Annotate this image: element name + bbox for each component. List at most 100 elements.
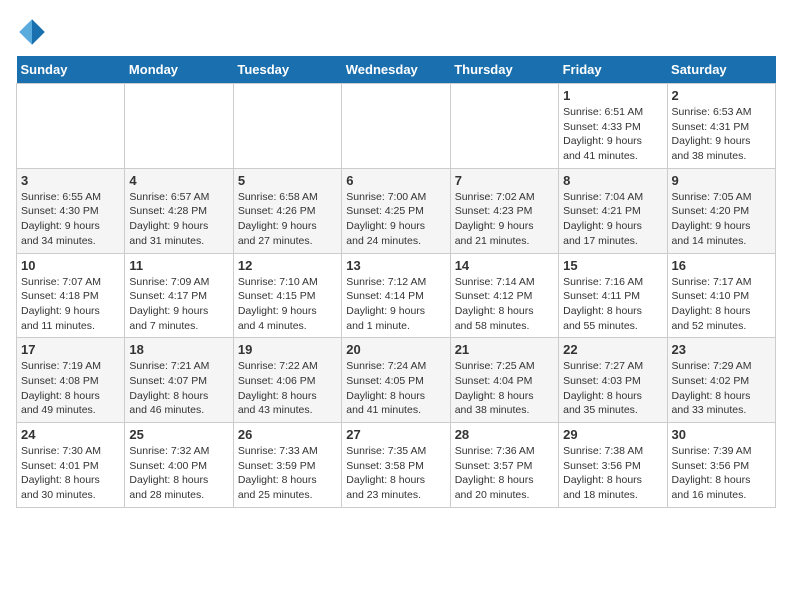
weekday-header-friday: Friday — [559, 56, 667, 84]
calendar-cell: 10 Sunrise: 7:07 AM Sunset: 4:18 PM Dayli… — [17, 253, 125, 338]
day-number: 18 — [129, 342, 228, 357]
day-number: 20 — [346, 342, 445, 357]
day-info: Sunrise: 7:17 AM Sunset: 4:10 PM Dayligh… — [672, 275, 771, 334]
calendar-cell: 5 Sunrise: 6:58 AM Sunset: 4:26 PM Daylig… — [233, 168, 341, 253]
day-info: Sunrise: 7:30 AM Sunset: 4:01 PM Dayligh… — [21, 444, 120, 503]
day-info: Sunrise: 7:09 AM Sunset: 4:17 PM Dayligh… — [129, 275, 228, 334]
day-number: 6 — [346, 173, 445, 188]
day-number: 4 — [129, 173, 228, 188]
day-info: Sunrise: 6:58 AM Sunset: 4:26 PM Dayligh… — [238, 190, 337, 249]
calendar-cell: 11 Sunrise: 7:09 AM Sunset: 4:17 PM Dayli… — [125, 253, 233, 338]
day-info: Sunrise: 7:14 AM Sunset: 4:12 PM Dayligh… — [455, 275, 554, 334]
calendar-cell: 25 Sunrise: 7:32 AM Sunset: 4:00 PM Dayli… — [125, 423, 233, 508]
calendar-cell — [125, 84, 233, 169]
weekday-header-thursday: Thursday — [450, 56, 558, 84]
day-info: Sunrise: 7:22 AM Sunset: 4:06 PM Dayligh… — [238, 359, 337, 418]
day-info: Sunrise: 7:39 AM Sunset: 3:56 PM Dayligh… — [672, 444, 771, 503]
calendar-header: SundayMondayTuesdayWednesdayThursdayFrid… — [17, 56, 776, 84]
weekday-header-sunday: Sunday — [17, 56, 125, 84]
day-number: 21 — [455, 342, 554, 357]
calendar-week-1: 1 Sunrise: 6:51 AM Sunset: 4:33 PM Daylig… — [17, 84, 776, 169]
calendar-cell: 1 Sunrise: 6:51 AM Sunset: 4:33 PM Daylig… — [559, 84, 667, 169]
calendar-cell: 23 Sunrise: 7:29 AM Sunset: 4:02 PM Dayli… — [667, 338, 775, 423]
day-info: Sunrise: 7:00 AM Sunset: 4:25 PM Dayligh… — [346, 190, 445, 249]
day-info: Sunrise: 6:55 AM Sunset: 4:30 PM Dayligh… — [21, 190, 120, 249]
day-number: 2 — [672, 88, 771, 103]
day-info: Sunrise: 7:32 AM Sunset: 4:00 PM Dayligh… — [129, 444, 228, 503]
day-number: 23 — [672, 342, 771, 357]
day-number: 7 — [455, 173, 554, 188]
calendar-cell: 4 Sunrise: 6:57 AM Sunset: 4:28 PM Daylig… — [125, 168, 233, 253]
day-number: 26 — [238, 427, 337, 442]
day-number: 13 — [346, 258, 445, 273]
calendar-cell: 29Sunrise: 7:38 AM Sunset: 3:56 PM Dayli… — [559, 423, 667, 508]
calendar-cell: 3 Sunrise: 6:55 AM Sunset: 4:30 PM Daylig… — [17, 168, 125, 253]
logo-icon — [16, 16, 48, 48]
day-number: 5 — [238, 173, 337, 188]
calendar-cell: 19Sunrise: 7:22 AM Sunset: 4:06 PM Dayli… — [233, 338, 341, 423]
day-info: Sunrise: 7:12 AM Sunset: 4:14 PM Dayligh… — [346, 275, 445, 334]
calendar-table: SundayMondayTuesdayWednesdayThursdayFrid… — [16, 56, 776, 508]
calendar-cell: 12Sunrise: 7:10 AM Sunset: 4:15 PM Dayli… — [233, 253, 341, 338]
logo — [16, 16, 52, 48]
calendar-cell: 16 Sunrise: 7:17 AM Sunset: 4:10 PM Dayli… — [667, 253, 775, 338]
calendar-cell: 20Sunrise: 7:24 AM Sunset: 4:05 PM Dayli… — [342, 338, 450, 423]
day-number: 27 — [346, 427, 445, 442]
day-info: Sunrise: 7:25 AM Sunset: 4:04 PM Dayligh… — [455, 359, 554, 418]
day-number: 28 — [455, 427, 554, 442]
day-number: 9 — [672, 173, 771, 188]
day-info: Sunrise: 7:29 AM Sunset: 4:02 PM Dayligh… — [672, 359, 771, 418]
weekday-header-tuesday: Tuesday — [233, 56, 341, 84]
calendar-body: 1 Sunrise: 6:51 AM Sunset: 4:33 PM Daylig… — [17, 84, 776, 508]
calendar-cell: 15Sunrise: 7:16 AM Sunset: 4:11 PM Dayli… — [559, 253, 667, 338]
calendar-cell: 27 Sunrise: 7:35 AM Sunset: 3:58 PM Dayli… — [342, 423, 450, 508]
day-number: 14 — [455, 258, 554, 273]
calendar-cell: 24 Sunrise: 7:30 AM Sunset: 4:01 PM Dayli… — [17, 423, 125, 508]
calendar-week-3: 10 Sunrise: 7:07 AM Sunset: 4:18 PM Dayli… — [17, 253, 776, 338]
weekday-row: SundayMondayTuesdayWednesdayThursdayFrid… — [17, 56, 776, 84]
day-info: Sunrise: 6:51 AM Sunset: 4:33 PM Dayligh… — [563, 105, 662, 164]
day-number: 22 — [563, 342, 662, 357]
calendar-cell: 22 Sunrise: 7:27 AM Sunset: 4:03 PM Dayli… — [559, 338, 667, 423]
day-info: Sunrise: 7:05 AM Sunset: 4:20 PM Dayligh… — [672, 190, 771, 249]
weekday-header-wednesday: Wednesday — [342, 56, 450, 84]
weekday-header-monday: Monday — [125, 56, 233, 84]
weekday-header-saturday: Saturday — [667, 56, 775, 84]
calendar-cell: 21 Sunrise: 7:25 AM Sunset: 4:04 PM Dayli… — [450, 338, 558, 423]
page-header — [16, 16, 776, 48]
calendar-cell: 13 Sunrise: 7:12 AM Sunset: 4:14 PM Dayli… — [342, 253, 450, 338]
calendar-cell — [342, 84, 450, 169]
day-number: 11 — [129, 258, 228, 273]
calendar-week-2: 3 Sunrise: 6:55 AM Sunset: 4:30 PM Daylig… — [17, 168, 776, 253]
calendar-week-5: 24 Sunrise: 7:30 AM Sunset: 4:01 PM Dayli… — [17, 423, 776, 508]
day-info: Sunrise: 7:35 AM Sunset: 3:58 PM Dayligh… — [346, 444, 445, 503]
day-number: 1 — [563, 88, 662, 103]
day-number: 16 — [672, 258, 771, 273]
day-number: 10 — [21, 258, 120, 273]
day-number: 3 — [21, 173, 120, 188]
day-info: Sunrise: 7:19 AM Sunset: 4:08 PM Dayligh… — [21, 359, 120, 418]
day-number: 12 — [238, 258, 337, 273]
day-number: 30 — [672, 427, 771, 442]
calendar-cell: 30 Sunrise: 7:39 AM Sunset: 3:56 PM Dayli… — [667, 423, 775, 508]
day-info: Sunrise: 7:27 AM Sunset: 4:03 PM Dayligh… — [563, 359, 662, 418]
calendar-cell: 7Sunrise: 7:02 AM Sunset: 4:23 PM Daylig… — [450, 168, 558, 253]
day-info: Sunrise: 7:07 AM Sunset: 4:18 PM Dayligh… — [21, 275, 120, 334]
day-info: Sunrise: 7:21 AM Sunset: 4:07 PM Dayligh… — [129, 359, 228, 418]
calendar-cell: 14 Sunrise: 7:14 AM Sunset: 4:12 PM Dayli… — [450, 253, 558, 338]
calendar-cell: 9 Sunrise: 7:05 AM Sunset: 4:20 PM Daylig… — [667, 168, 775, 253]
day-number: 24 — [21, 427, 120, 442]
calendar-cell: 18 Sunrise: 7:21 AM Sunset: 4:07 PM Dayli… — [125, 338, 233, 423]
day-info: Sunrise: 6:57 AM Sunset: 4:28 PM Dayligh… — [129, 190, 228, 249]
day-number: 8 — [563, 173, 662, 188]
calendar-cell: 2Sunrise: 6:53 AM Sunset: 4:31 PM Daylig… — [667, 84, 775, 169]
calendar-cell — [17, 84, 125, 169]
day-info: Sunrise: 7:36 AM Sunset: 3:57 PM Dayligh… — [455, 444, 554, 503]
day-number: 25 — [129, 427, 228, 442]
calendar-week-4: 17 Sunrise: 7:19 AM Sunset: 4:08 PM Dayli… — [17, 338, 776, 423]
day-number: 15 — [563, 258, 662, 273]
calendar-cell: 17 Sunrise: 7:19 AM Sunset: 4:08 PM Dayli… — [17, 338, 125, 423]
calendar-cell: 8Sunrise: 7:04 AM Sunset: 4:21 PM Daylig… — [559, 168, 667, 253]
day-number: 17 — [21, 342, 120, 357]
day-number: 29 — [563, 427, 662, 442]
